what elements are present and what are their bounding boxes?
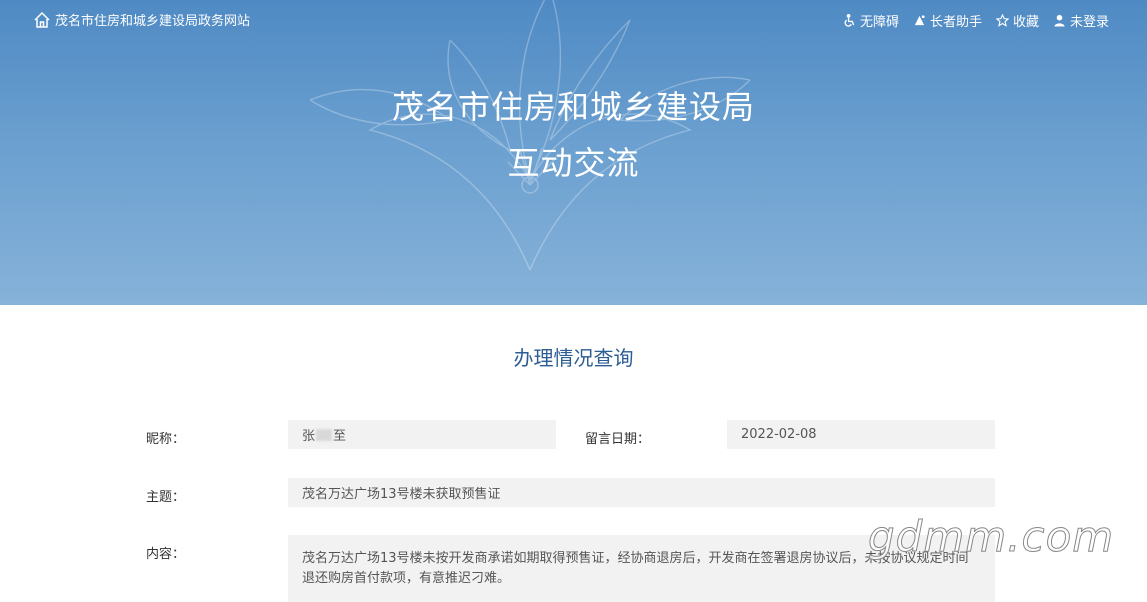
subject-field: 茂名万达广场13号楼未获取预售证 [288,478,995,507]
elder-helper-icon [914,15,925,26]
top-actions: 无障碍 长者助手 收藏 未登录 [843,11,1109,30]
nickname-label: 昵称： [146,432,186,447]
redacted-mask [316,428,333,441]
subject-label: 主题： [146,490,186,505]
nickname-first: 张 [302,429,316,444]
favorite-label: 收藏 [1012,15,1039,30]
banner-subtitle: 互动交流 [507,144,640,182]
star-icon [995,14,1009,27]
accessibility-link[interactable]: 无障碍 [843,11,899,30]
login-link[interactable]: 未登录 [1053,11,1109,30]
nickname-last: 至 [333,429,347,444]
watermark: gdmm.com [867,512,1115,562]
section-title: 办理情况查询 [513,346,634,370]
site-home-link[interactable]: 茂名市住房和城乡建设局政务网站 [33,10,250,29]
login-label: 未登录 [1069,15,1109,30]
banner-title: 茂名市住房和城乡建设局 [391,88,755,126]
content-label: 内容： [146,547,186,562]
site-name: 茂名市住房和城乡建设局政务网站 [55,14,251,29]
favorite-link[interactable]: 收藏 [995,11,1039,30]
accessibility-label: 无障碍 [859,15,899,30]
header-banner: 茂名市住房和城乡建设局政务网站 无障碍 长者助手 收藏 未登录 茂名市住房和城乡… [0,0,1147,305]
top-bar: 茂名市住房和城乡建设局政务网站 无障碍 长者助手 收藏 未登录 [0,0,1147,40]
home-icon [34,11,50,28]
elder-helper-label: 长者助手 [929,15,982,30]
nickname-field: 张至 [288,420,556,449]
accessibility-icon [844,14,855,27]
date-field: 2022-02-08 [727,420,995,449]
date-label: 留言日期： [585,432,651,447]
user-icon [1054,14,1065,27]
elder-helper-link[interactable]: 长者助手 [913,11,982,30]
